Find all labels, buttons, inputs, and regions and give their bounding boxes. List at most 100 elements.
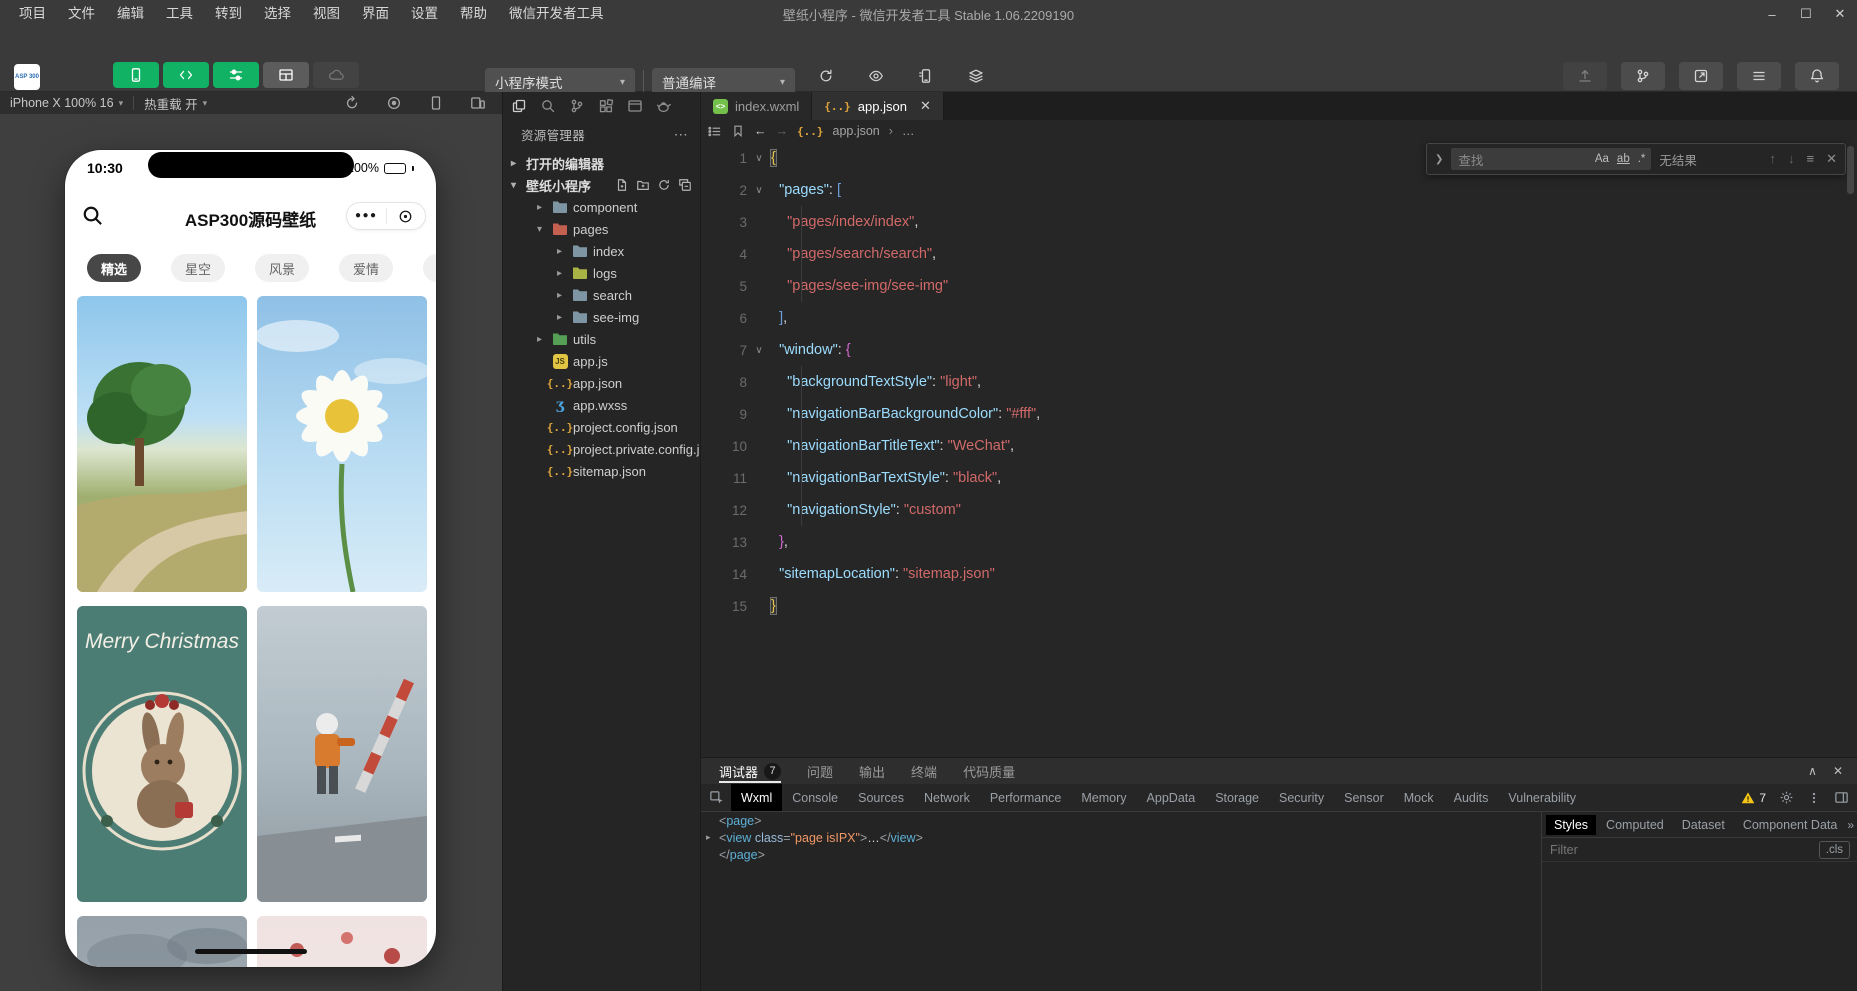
wallpaper-thumbnail-gray[interactable] bbox=[77, 916, 247, 967]
more-icon[interactable]: ●●● bbox=[347, 203, 386, 229]
section-open-editors[interactable]: ▸ 打开的编辑器 bbox=[503, 152, 700, 174]
find-input[interactable]: 查找 Aa ab .* bbox=[1451, 148, 1651, 170]
devtools-tab-Wxml[interactable]: Wxml bbox=[731, 784, 782, 811]
multi-device-icon[interactable] bbox=[470, 95, 486, 111]
styles-tab-Styles[interactable]: Styles bbox=[1546, 815, 1596, 835]
close-button[interactable]: ✕ bbox=[1823, 0, 1857, 28]
tree-item-sitemap.json[interactable]: {..}sitemap.json bbox=[503, 460, 700, 482]
devtools-tab-Mock[interactable]: Mock bbox=[1394, 784, 1444, 811]
category-chip-爱情[interactable]: 爱情 bbox=[339, 254, 393, 282]
extensions-icon[interactable] bbox=[598, 98, 614, 114]
record-icon[interactable] bbox=[386, 95, 402, 111]
tree-item-project.config.json[interactable]: {..}project.config.json bbox=[503, 416, 700, 438]
menu-item-项目[interactable]: 项目 bbox=[10, 0, 55, 28]
outline-icon[interactable] bbox=[707, 124, 722, 139]
menu-item-视图[interactable]: 视图 bbox=[304, 0, 349, 28]
devtools-tab-Storage[interactable]: Storage bbox=[1205, 784, 1269, 811]
devtools-tab-Vulnerability[interactable]: Vulnerability bbox=[1498, 784, 1586, 811]
kebab-menu-icon[interactable] bbox=[1807, 791, 1821, 805]
home-indicator[interactable] bbox=[195, 949, 307, 954]
menu-item-设置[interactable]: 设置 bbox=[402, 0, 447, 28]
menu-item-转到[interactable]: 转到 bbox=[206, 0, 251, 28]
filter-input[interactable]: Filter bbox=[1550, 843, 1578, 857]
tree-item-project.private.config.js...[interactable]: {..}project.private.config.js... bbox=[503, 438, 700, 460]
devtools-tab-Console[interactable]: Console bbox=[782, 784, 848, 811]
whole-word-toggle[interactable]: ab bbox=[1617, 153, 1630, 165]
warning-counter[interactable]: 7 bbox=[1741, 791, 1766, 805]
regex-toggle[interactable]: .* bbox=[1638, 153, 1646, 165]
tree-item-utils[interactable]: ▸utils bbox=[503, 328, 700, 350]
devtools-tab-Performance[interactable]: Performance bbox=[980, 784, 1072, 811]
chevron-right-icon[interactable]: ▸ bbox=[706, 832, 711, 843]
inspect-element-icon[interactable] bbox=[701, 790, 731, 805]
tree-item-search[interactable]: ▸search bbox=[503, 284, 700, 306]
menu-item-文件[interactable]: 文件 bbox=[59, 0, 104, 28]
tree-item-app.wxss[interactable]: ʒapp.wxss bbox=[503, 394, 700, 416]
close-panel-icon[interactable]: ✕ bbox=[1833, 764, 1843, 778]
minimize-capsule-icon[interactable] bbox=[387, 209, 426, 224]
tree-item-see-img[interactable]: ▸see-img bbox=[503, 306, 700, 328]
section-project-root[interactable]: ▾ 壁纸小程序 bbox=[503, 174, 700, 196]
menu-item-微信开发者工具[interactable]: 微信开发者工具 bbox=[500, 0, 613, 28]
match-case-toggle[interactable]: Aa bbox=[1595, 153, 1609, 165]
tree-item-pages[interactable]: ▾pages bbox=[503, 218, 700, 240]
gear-icon[interactable] bbox=[1779, 790, 1794, 805]
window-icon[interactable] bbox=[627, 98, 643, 114]
teapot-icon[interactable] bbox=[656, 98, 672, 114]
cls-toggle[interactable]: .cls bbox=[1819, 841, 1850, 859]
tree-item-logs[interactable]: ▸logs bbox=[503, 262, 700, 284]
refresh-sm-icon[interactable] bbox=[657, 178, 671, 192]
tree-item-component[interactable]: ▸component bbox=[503, 196, 700, 218]
category-chip-二次[interactable]: 二次 bbox=[423, 254, 436, 282]
rotate-icon[interactable] bbox=[344, 95, 360, 111]
device-selector[interactable]: iPhone X 100% 16▾ bbox=[0, 92, 133, 114]
collapse-all-icon[interactable] bbox=[678, 178, 692, 192]
wallpaper-thumbnail-tree[interactable] bbox=[77, 296, 247, 592]
debugger-tab-代码质量[interactable]: 代码质量 bbox=[963, 758, 1015, 784]
search-sm-icon[interactable] bbox=[540, 98, 556, 114]
devtools-tab-Security[interactable]: Security bbox=[1269, 784, 1334, 811]
menu-item-工具[interactable]: 工具 bbox=[157, 0, 202, 28]
category-chip-风景[interactable]: 风景 bbox=[255, 254, 309, 282]
editor-tab-app.json[interactable]: {..}app.json✕ bbox=[812, 92, 944, 120]
devtools-tab-Sources[interactable]: Sources bbox=[848, 784, 914, 811]
hot-reload-toggle[interactable]: 热重载 开▾ bbox=[134, 92, 217, 114]
new-file-icon[interactable] bbox=[615, 178, 629, 192]
wallpaper-thumbnail-daisy[interactable] bbox=[257, 296, 427, 592]
wxml-tree-pane[interactable]: <page>▸<view class="page isIPX">…</view>… bbox=[701, 812, 1541, 991]
phone-frame-icon[interactable] bbox=[428, 95, 444, 111]
editor-tab-index.wxml[interactable]: <>index.wxml bbox=[701, 92, 812, 120]
debugger-tab-输出[interactable]: 输出 bbox=[859, 758, 885, 784]
find-next-icon[interactable]: ↓ bbox=[1788, 151, 1795, 167]
category-chip-星空[interactable]: 星空 bbox=[171, 254, 225, 282]
tree-item-app.json[interactable]: {..}app.json bbox=[503, 372, 700, 394]
menu-item-编辑[interactable]: 编辑 bbox=[108, 0, 153, 28]
code-area[interactable]: 1∨{2∨ "pages": [3 "pages/index/index",4 … bbox=[701, 142, 1857, 757]
devtools-tab-Sensor[interactable]: Sensor bbox=[1334, 784, 1394, 811]
styles-tab-Component Data[interactable]: Component Data bbox=[1735, 815, 1846, 835]
menu-item-选择[interactable]: 选择 bbox=[255, 0, 300, 28]
nav-forward-icon[interactable]: → bbox=[776, 124, 789, 138]
bookmark-icon[interactable] bbox=[731, 124, 745, 138]
maximize-button[interactable]: ☐ bbox=[1789, 0, 1823, 28]
debugger-tab-调试器[interactable]: 调试器7 bbox=[719, 758, 781, 784]
wallpaper-thumbnail-pink[interactable] bbox=[257, 916, 427, 967]
find-expand-icon[interactable]: ❯ bbox=[1435, 154, 1443, 165]
more-tabs-icon[interactable]: » bbox=[1847, 818, 1854, 832]
collapse-panel-icon[interactable]: ∧ bbox=[1808, 764, 1817, 778]
devtools-tab-Network[interactable]: Network bbox=[914, 784, 980, 811]
wxml-node-0[interactable]: <page> bbox=[701, 812, 1541, 829]
breadcrumb-more[interactable]: … bbox=[902, 124, 915, 138]
new-folder-icon[interactable] bbox=[636, 178, 650, 192]
wallpaper-thumbnail-christmas[interactable]: Merry Christmas bbox=[77, 606, 247, 902]
tab-close-icon[interactable]: ✕ bbox=[920, 98, 931, 114]
breadcrumb-file[interactable]: app.json bbox=[833, 124, 880, 138]
more-actions-icon[interactable]: ⋯ bbox=[674, 126, 688, 143]
debugger-tab-问题[interactable]: 问题 bbox=[807, 758, 833, 784]
menu-item-界面[interactable]: 界面 bbox=[353, 0, 398, 28]
wallpaper-thumbnail-workers[interactable] bbox=[257, 606, 427, 902]
project-logo[interactable]: ASP 300 bbox=[14, 64, 40, 90]
devtools-tab-AppData[interactable]: AppData bbox=[1137, 784, 1206, 811]
find-in-selection-icon[interactable]: ≡ bbox=[1807, 151, 1815, 167]
source-control-icon[interactable] bbox=[569, 98, 585, 114]
